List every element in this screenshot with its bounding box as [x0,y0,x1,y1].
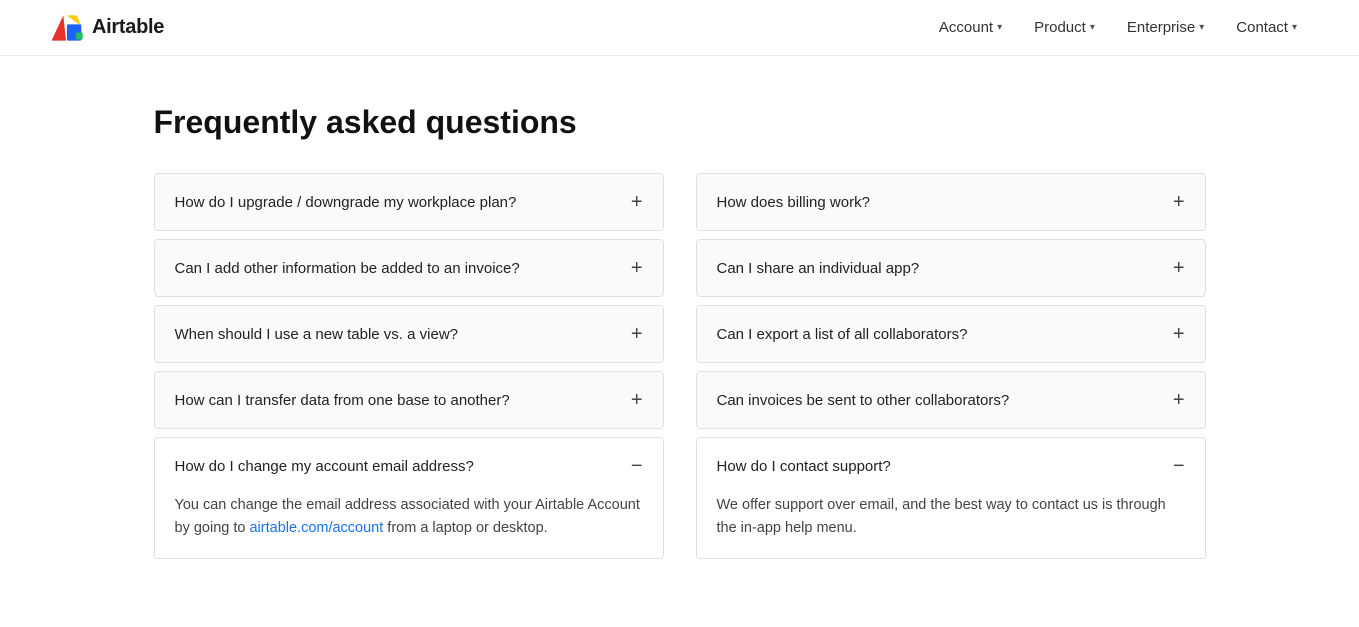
page-title: Frequently asked questions [154,104,1206,141]
faq-item-share-app: Can I share an individual app? + [696,239,1206,297]
nav-account[interactable]: Account ▾ [925,11,1016,44]
faq-item-invoices-collaborators: Can invoices be sent to other collaborat… [696,371,1206,429]
faq-item-change-email: How do I change my account email address… [154,437,664,559]
faq-question-invoices-collaborators[interactable]: Can invoices be sent to other collaborat… [697,372,1205,428]
logo-text: Airtable [92,16,164,39]
faq-answer-change-email: You can change the email address associa… [155,494,663,558]
faq-question-billing[interactable]: How does billing work? + [697,174,1205,230]
chevron-down-icon: ▾ [1292,22,1297,33]
faq-expand-icon: + [631,324,643,344]
airtable-account-link[interactable]: airtable.com/account [249,520,383,536]
nav-links: Account ▾ Product ▾ Enterprise ▾ Contact… [925,11,1311,44]
faq-expand-icon: + [1173,192,1185,212]
faq-question-export-collaborators[interactable]: Can I export a list of all collaborators… [697,306,1205,362]
faq-item-upgrade: How do I upgrade / downgrade my workplac… [154,173,664,231]
faq-question-table-vs-view[interactable]: When should I use a new table vs. a view… [155,306,663,362]
faq-collapse-icon: − [631,456,643,476]
faq-expand-icon: + [631,258,643,278]
faq-item-table-vs-view: When should I use a new table vs. a view… [154,305,664,363]
faq-grid: How do I upgrade / downgrade my workplac… [154,173,1206,567]
nav-contact[interactable]: Contact ▾ [1222,11,1311,44]
faq-question-share-app[interactable]: Can I share an individual app? + [697,240,1205,296]
chevron-down-icon: ▾ [1199,22,1204,33]
faq-left-column: How do I upgrade / downgrade my workplac… [154,173,664,567]
main-nav: Airtable Account ▾ Product ▾ Enterprise … [0,0,1359,56]
chevron-down-icon: ▾ [997,22,1002,33]
faq-question-transfer-data[interactable]: How can I transfer data from one base to… [155,372,663,428]
faq-item-billing: How does billing work? + [696,173,1206,231]
faq-item-contact-support: How do I contact support? − We offer sup… [696,437,1206,559]
faq-expand-icon: + [1173,258,1185,278]
logo-area[interactable]: Airtable [48,10,164,46]
nav-product[interactable]: Product ▾ [1020,11,1109,44]
airtable-logo-icon [48,10,84,46]
faq-question-upgrade[interactable]: How do I upgrade / downgrade my workplac… [155,174,663,230]
faq-expand-icon: + [631,192,643,212]
faq-question-contact-support[interactable]: How do I contact support? − [697,438,1205,494]
faq-item-invoice-info: Can I add other information be added to … [154,239,664,297]
faq-expand-icon: + [1173,390,1185,410]
faq-expand-icon: + [1173,324,1185,344]
faq-right-column: How does billing work? + Can I share an … [696,173,1206,567]
main-content: Frequently asked questions How do I upgr… [130,56,1230,627]
faq-item-export-collaborators: Can I export a list of all collaborators… [696,305,1206,363]
nav-enterprise[interactable]: Enterprise ▾ [1113,11,1218,44]
faq-expand-icon: + [631,390,643,410]
faq-question-invoice-info[interactable]: Can I add other information be added to … [155,240,663,296]
faq-question-change-email[interactable]: How do I change my account email address… [155,438,663,494]
chevron-down-icon: ▾ [1090,22,1095,33]
faq-answer-contact-support: We offer support over email, and the bes… [697,494,1205,558]
faq-collapse-icon: − [1173,456,1185,476]
faq-item-transfer-data: How can I transfer data from one base to… [154,371,664,429]
